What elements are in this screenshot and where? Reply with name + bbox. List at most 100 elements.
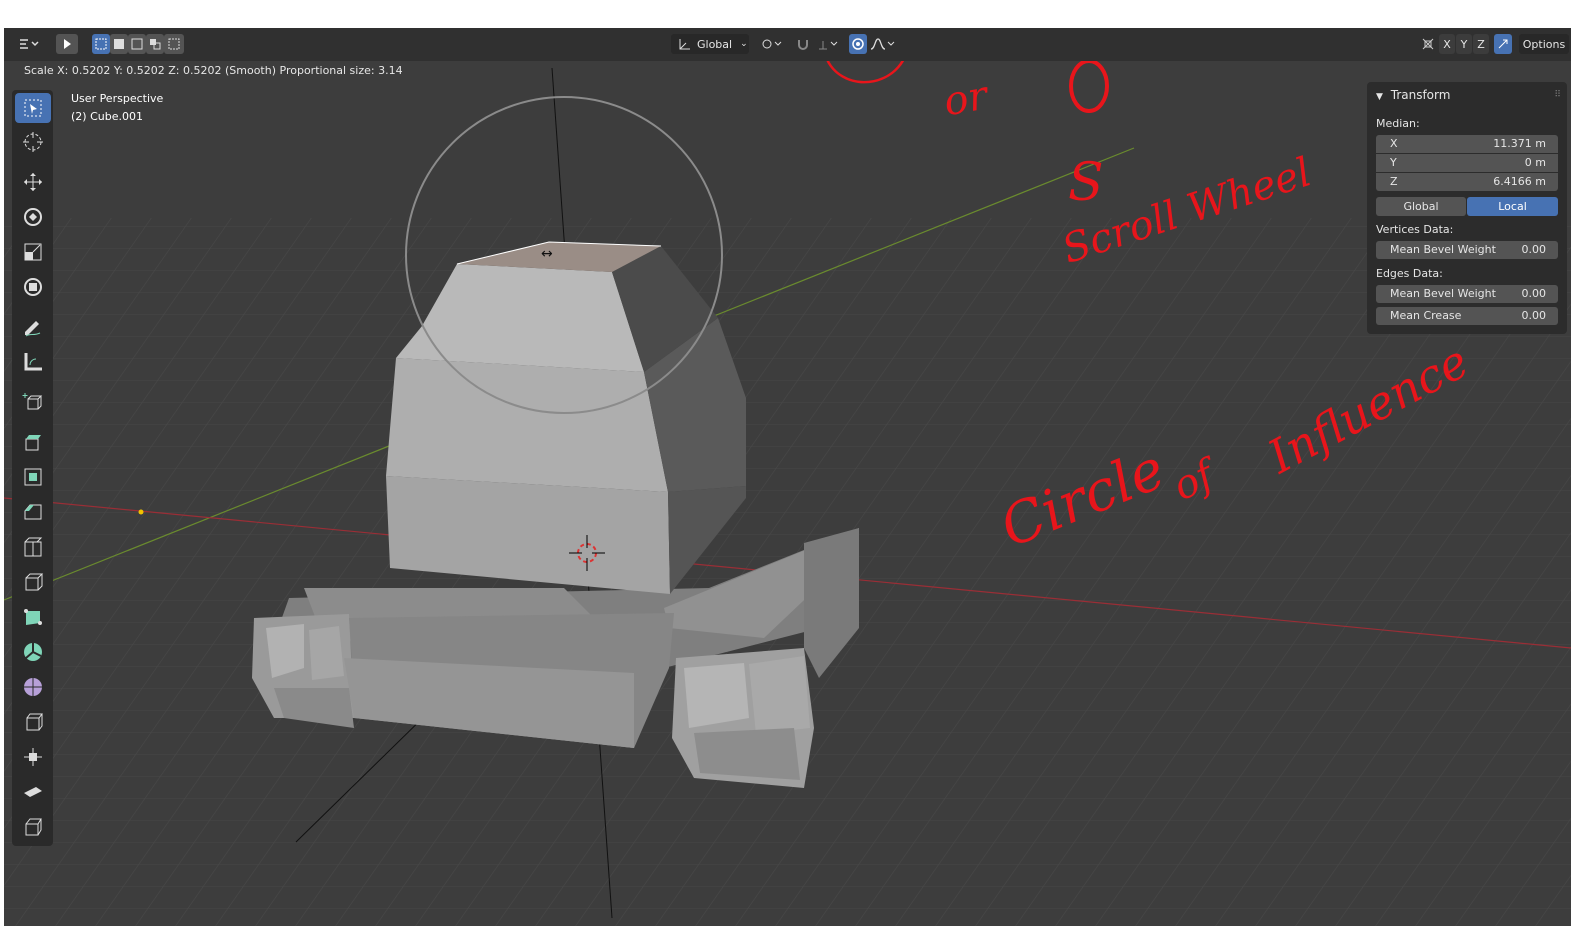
operation-status-text: Scale X: 0.5202 Y: 0.5202 Z: 0.5202 (Smo…: [24, 64, 403, 77]
add-cube-icon: [22, 393, 43, 410]
select-mode-button[interactable]: [56, 34, 78, 54]
local-toggle[interactable]: Local: [1467, 197, 1558, 216]
move-tool[interactable]: [15, 167, 51, 197]
smooth-tool[interactable]: [15, 672, 51, 702]
inset-tool[interactable]: [15, 462, 51, 492]
select-new-button[interactable]: [92, 34, 110, 54]
to-sphere-tool[interactable]: [15, 812, 51, 842]
axis-z-label: Z: [1477, 37, 1485, 51]
orientation-axes-icon: [679, 39, 690, 50]
transform-icon: [24, 278, 42, 296]
svg-text:↔: ↔: [541, 246, 553, 262]
pencil-icon: [25, 321, 41, 337]
select-extend-button[interactable]: [110, 34, 128, 54]
shear-tool[interactable]: [15, 742, 51, 772]
extrude-tool[interactable]: [15, 427, 51, 457]
blender-window: ↔ Global ⌄ X Y Z Options Scale X: 0.5202…: [4, 28, 1571, 926]
knife-tool[interactable]: [15, 567, 51, 597]
vertex-bevel-value: 0.00: [1521, 243, 1547, 256]
shrink-fatten-tool[interactable]: [15, 707, 51, 737]
to-sphere-icon: [25, 818, 42, 836]
auto-merge-toggle[interactable]: [1494, 34, 1512, 54]
add-cube-tool[interactable]: [15, 387, 51, 417]
turret-mesh: ↔: [386, 241, 746, 594]
select-subtract-button[interactable]: [128, 34, 146, 54]
move-arrows-icon: [24, 173, 42, 191]
spin-tool[interactable]: [15, 637, 51, 667]
proportional-editing-toggle[interactable]: [849, 34, 867, 54]
gizmo-toggle[interactable]: [1419, 34, 1437, 54]
z-value: 6.4166 m: [1493, 175, 1546, 188]
x-value: 11.371 m: [1493, 137, 1546, 150]
proportional-falloff-dropdown[interactable]: [868, 34, 898, 54]
rip-tool[interactable]: [15, 777, 51, 807]
snap-increment-icon: [819, 41, 838, 50]
annotation-s: S: [1068, 153, 1104, 213]
edge-crease-label: Mean Crease: [1390, 309, 1462, 322]
options-dropdown[interactable]: Options: [1519, 34, 1569, 54]
gizmo-icon: [1422, 38, 1434, 50]
smooth-falloff-icon: [870, 38, 895, 50]
poly-build-icon: [24, 609, 42, 625]
orientation-label: Global: [697, 37, 733, 51]
global-toggle[interactable]: Global: [1376, 197, 1466, 216]
pivot-point-dropdown[interactable]: [756, 34, 786, 54]
edge-crease-value: 0.00: [1521, 309, 1547, 322]
edge-crease-field[interactable]: Mean Crease 0.00: [1376, 307, 1558, 325]
origin-point: [138, 509, 144, 515]
select-subtract-icon: [131, 38, 143, 50]
proportional-editing-icon: [852, 38, 864, 50]
annotate-tool[interactable]: [15, 312, 51, 342]
vertex-bevel-weight-field[interactable]: Mean Bevel Weight 0.00: [1376, 241, 1558, 259]
select-box-icon: [24, 99, 42, 117]
extrude-icon: [25, 435, 41, 451]
transform-tool[interactable]: [15, 272, 51, 302]
options-label: Options: [1522, 37, 1566, 51]
rip-icon: [24, 787, 42, 797]
bevel-icon: [24, 504, 42, 520]
median-z-field[interactable]: Z 6.4166 m: [1376, 173, 1558, 191]
active-object-label: (2) Cube.001: [71, 110, 143, 123]
vertex-bevel-label: Mean Bevel Weight: [1390, 243, 1496, 256]
mirror-x-toggle[interactable]: X: [1439, 34, 1455, 54]
knife-icon: [25, 573, 44, 591]
edge-bevel-label: Mean Bevel Weight: [1390, 287, 1496, 300]
edge-bevel-weight-field[interactable]: Mean Bevel Weight 0.00: [1376, 285, 1558, 303]
select-intersect-button[interactable]: [164, 34, 184, 54]
median-x-field[interactable]: X 11.371 m: [1376, 135, 1558, 153]
viewport-canvas[interactable]: ↔: [4, 28, 1571, 926]
select-difference-icon: [150, 39, 161, 50]
transform-orientation-dropdown[interactable]: Global ⌄: [671, 34, 749, 54]
select-box-tool[interactable]: [15, 93, 51, 123]
auto-merge-icon: [1498, 39, 1508, 49]
chevron-down-icon: ⌄: [740, 39, 748, 49]
edges-data-label: Edges Data:: [1376, 267, 1443, 280]
select-new-icon: [95, 38, 107, 50]
vertices-data-label: Vertices Data:: [1376, 223, 1454, 236]
edge-bevel-value: 0.00: [1521, 287, 1547, 300]
panel-header[interactable]: ▼ Transform: [1376, 88, 1450, 102]
median-y-field[interactable]: Y 0 m: [1376, 154, 1558, 172]
select-difference-button[interactable]: [146, 34, 164, 54]
scale-tool[interactable]: [15, 237, 51, 267]
ruler-icon: [24, 353, 42, 371]
y-value: 0 m: [1524, 156, 1546, 169]
rotate-tool[interactable]: [15, 202, 51, 232]
poly-build-tool[interactable]: [15, 602, 51, 632]
smooth-sphere-icon: [24, 678, 42, 696]
view-perspective-label: User Perspective: [71, 92, 164, 105]
panel-title: Transform: [1390, 88, 1451, 102]
drag-handle-icon[interactable]: ⠿: [1554, 90, 1561, 100]
mirror-y-toggle[interactable]: Y: [1456, 34, 1472, 54]
axis-x-label: X: [1443, 37, 1451, 51]
magnet-icon: [798, 40, 808, 50]
measure-tool[interactable]: [15, 347, 51, 377]
snap-toggle[interactable]: [792, 34, 814, 54]
bevel-tool[interactable]: [15, 497, 51, 527]
cursor-tool[interactable]: [15, 127, 51, 157]
editor-type-button[interactable]: [14, 34, 44, 54]
loop-cut-tool[interactable]: [15, 532, 51, 562]
mirror-z-toggle[interactable]: Z: [1473, 34, 1489, 54]
y-label: Y: [1390, 156, 1397, 169]
snap-target-dropdown[interactable]: [815, 34, 841, 54]
